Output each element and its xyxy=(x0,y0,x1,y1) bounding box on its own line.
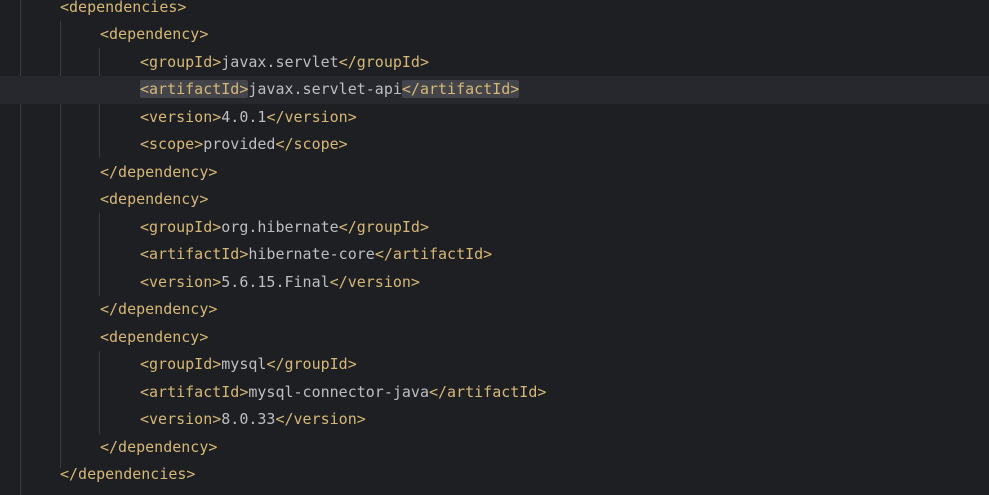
xml-close-tag: </version> xyxy=(266,107,357,126)
code-line[interactable]: <dependency> xyxy=(0,324,989,352)
code-line[interactable]: </dependencies> xyxy=(0,461,989,489)
code-content: <groupId>mysql</groupId> xyxy=(140,351,357,379)
xml-text-value: mysql xyxy=(221,355,267,373)
xml-close-tag: </artifactId> xyxy=(374,245,493,263)
xml-open-tag: <version> xyxy=(140,107,222,126)
code-line[interactable]: <groupId>org.hibernate</groupId> xyxy=(0,214,989,242)
code-content: <groupId>javax.servlet</groupId> xyxy=(140,49,429,77)
xml-open-tag: <scope> xyxy=(140,135,204,153)
xml-open-tag: <version> xyxy=(140,272,222,291)
code-line[interactable]: </dependency> xyxy=(0,159,989,187)
xml-open-tag: </dependency> xyxy=(100,300,218,318)
code-content: <dependency> xyxy=(100,21,208,49)
code-line[interactable]: <groupId>javax.servlet</groupId> xyxy=(0,49,989,77)
code-content: <dependency> xyxy=(100,186,208,214)
code-line[interactable]: <version>4.0.1</version> xyxy=(0,104,989,132)
xml-close-tag: </scope> xyxy=(275,135,348,153)
code-line[interactable]: <artifactId>javax.servlet-api</artifactI… xyxy=(0,76,989,104)
code-line[interactable]: <dependency> xyxy=(0,186,989,214)
code-content: <version>5.6.15.Final</version> xyxy=(140,269,420,297)
xml-text-value: mysql-connector-java xyxy=(248,382,429,401)
xml-open-tag: <dependency> xyxy=(100,25,209,43)
code-line[interactable]: </dependency> xyxy=(0,434,989,462)
xml-text-value: 4.0.1 xyxy=(221,107,267,126)
code-content: <dependency> xyxy=(100,324,208,352)
xml-text-value: javax.servlet-api xyxy=(248,80,402,98)
xml-text-value: 5.6.15.Final xyxy=(221,272,330,291)
xml-text-value: javax.servlet xyxy=(221,52,339,71)
code-content: <version>4.0.1</version> xyxy=(140,104,357,132)
code-line[interactable]: <artifactId>mysql-connector-java</artifa… xyxy=(0,379,989,407)
xml-open-tag: </dependency> xyxy=(100,437,218,456)
xml-open-tag: <version> xyxy=(140,410,222,428)
code-line[interactable]: <dependencies> xyxy=(0,0,989,21)
xml-open-tag: <dependencies> xyxy=(60,0,187,16)
code-content: <artifactId>hibernate-core</artifactId> xyxy=(140,241,492,269)
xml-text-value: provided xyxy=(203,135,276,153)
code-line[interactable]: <version>5.6.15.Final</version> xyxy=(0,269,989,297)
code-content: </dependency> xyxy=(100,296,217,324)
xml-close-tag: </artifactId> xyxy=(401,80,520,98)
code-content: <groupId>org.hibernate</groupId> xyxy=(140,214,429,242)
code-content: </dependencies> xyxy=(60,461,195,489)
xml-close-tag: </groupId> xyxy=(338,52,429,71)
xml-open-tag: </dependency> xyxy=(100,162,218,181)
xml-close-tag: </version> xyxy=(275,410,366,428)
code-line[interactable]: <artifactId>hibernate-core</artifactId> xyxy=(0,241,989,269)
xml-open-tag: <artifactId> xyxy=(140,80,249,98)
code-line[interactable]: <scope>provided</scope> xyxy=(0,131,989,159)
code-editor[interactable]: <dependencies> <dependency> <groupId>javax… xyxy=(0,0,989,495)
xml-text-value: 8.0.33 xyxy=(221,410,276,428)
xml-open-tag: <artifactId> xyxy=(140,382,249,401)
code-content: </dependency> xyxy=(100,434,217,462)
xml-open-tag: <groupId> xyxy=(140,217,222,236)
code-content: <scope>provided</scope> xyxy=(140,131,348,159)
xml-close-tag: </version> xyxy=(329,272,420,291)
code-line[interactable]: </dependency> xyxy=(0,296,989,324)
xml-close-tag: </groupId> xyxy=(338,217,429,236)
code-content: <artifactId>mysql-connector-java</artifa… xyxy=(140,379,546,407)
xml-open-tag: <dependency> xyxy=(100,190,209,208)
code-line[interactable]: <version>8.0.33</version> xyxy=(0,406,989,434)
code-content: <artifactId>javax.servlet-api</artifactI… xyxy=(140,76,520,104)
xml-text-value: hibernate-core xyxy=(248,245,375,263)
xml-open-tag: </dependencies> xyxy=(60,465,196,483)
code-line[interactable]: <dependency> xyxy=(0,21,989,49)
xml-text-value: org.hibernate xyxy=(221,217,339,236)
xml-close-tag: </artifactId> xyxy=(429,382,547,401)
xml-close-tag: </groupId> xyxy=(266,355,357,373)
code-line[interactable]: <groupId>mysql</groupId> xyxy=(0,351,989,379)
xml-open-tag: <dependency> xyxy=(100,327,209,346)
xml-open-tag: <groupId> xyxy=(140,355,222,373)
xml-open-tag: <artifactId> xyxy=(140,245,249,263)
code-content: </dependency> xyxy=(100,159,217,187)
code-content: <version>8.0.33</version> xyxy=(140,406,366,434)
xml-open-tag: <groupId> xyxy=(140,52,222,71)
code-content: <dependencies> xyxy=(60,0,186,21)
